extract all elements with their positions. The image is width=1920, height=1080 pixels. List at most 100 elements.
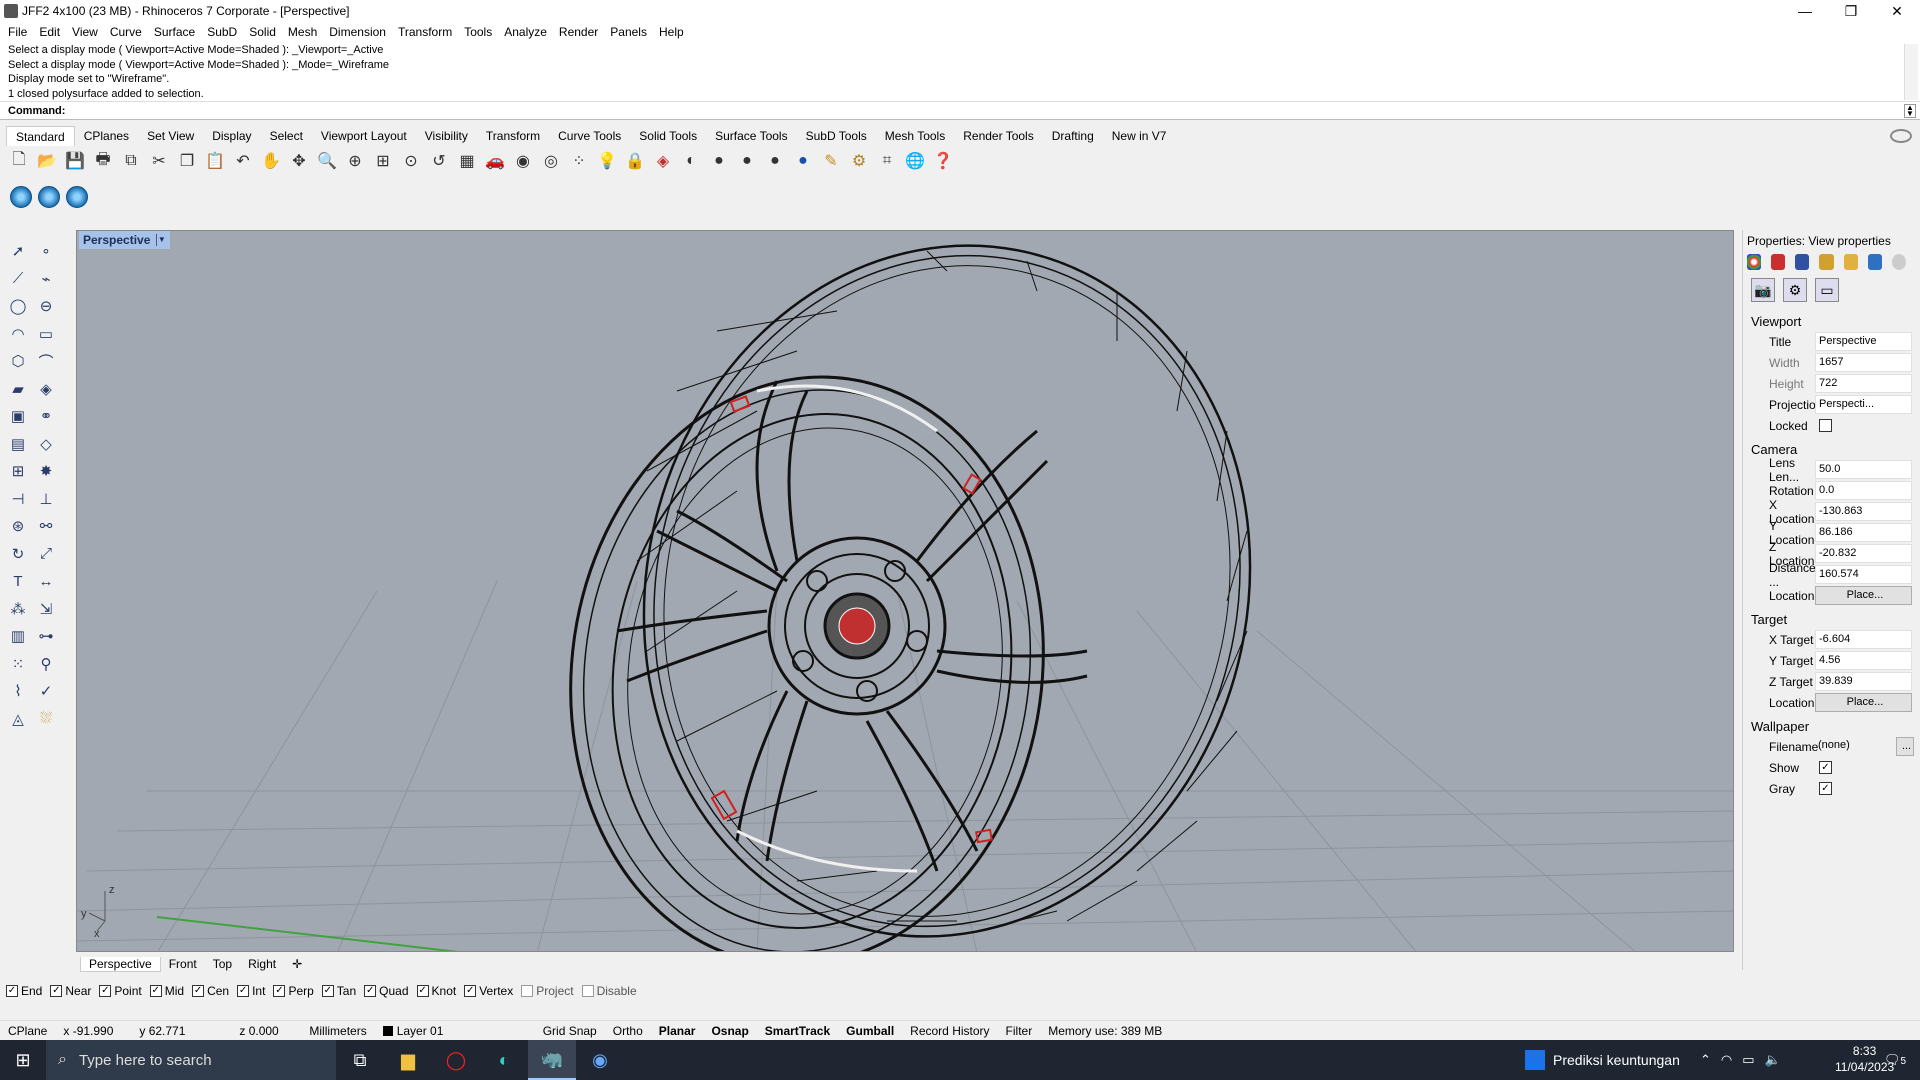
camera-icon[interactable]: 📷 (1751, 278, 1775, 302)
battery-icon[interactable]: ▭ (1742, 1052, 1754, 1068)
units-indicator[interactable]: Millimeters (301, 1021, 374, 1041)
task-view-icon[interactable]: ⧉ (336, 1040, 384, 1080)
pencil-icon[interactable]: ✎ (820, 150, 842, 172)
ortho-toggle[interactable]: Ortho (605, 1021, 651, 1041)
fillet-curve-icon[interactable]: ⌒ (34, 349, 58, 373)
osnap-int[interactable]: ✓ Int (237, 984, 265, 998)
eye-icon[interactable]: ◉ (512, 150, 534, 172)
menu-file[interactable]: File (2, 25, 33, 39)
chevron-down-icon[interactable]: ▼ (156, 234, 166, 246)
tab-visibility[interactable]: Visibility (416, 126, 477, 146)
box-icon[interactable]: ▣ (6, 404, 30, 428)
tab-set-view[interactable]: Set View (138, 126, 203, 146)
zoom-selected-icon[interactable]: ⊙ (400, 150, 422, 172)
undo-icon[interactable]: ↶ (232, 150, 254, 172)
render-settings-icon[interactable] (66, 186, 88, 208)
tab-drafting[interactable]: Drafting (1043, 126, 1103, 146)
help-icon[interactable]: ❓ (932, 150, 954, 172)
import-icon[interactable]: ⧉ (120, 150, 142, 172)
color-wheel-icon[interactable] (1747, 254, 1762, 270)
select-arrow-icon[interactable]: ➚ (6, 239, 30, 263)
lens-length-field[interactable]: 50.0 (1815, 460, 1912, 479)
copy-icon[interactable]: ❐ (176, 150, 198, 172)
viewport-title[interactable]: Perspective ▼ (79, 231, 171, 249)
new-file-icon[interactable]: 🗋 (8, 150, 30, 172)
news-widget[interactable]: Prediksi keuntungan (1525, 1040, 1680, 1080)
paint-icon[interactable]: ⛆ (34, 707, 58, 731)
sphere-blue-icon[interactable]: ● (792, 150, 814, 172)
tab-display[interactable]: Display (203, 126, 260, 146)
boolean-icon[interactable]: ⚭ (34, 404, 58, 428)
group-icon[interactable]: ⊛ (6, 514, 30, 538)
pencil-icon[interactable] (1819, 254, 1834, 270)
analyze-icon[interactable]: ⚲ (34, 652, 58, 676)
record-history-toggle[interactable]: Record History (902, 1021, 997, 1041)
curve-points-icon[interactable]: ⌁ (34, 267, 58, 291)
rotate-icon[interactable]: ↻ (6, 542, 30, 566)
add-viewport-icon[interactable]: ✛ (284, 957, 310, 971)
named-view-icon[interactable]: ⚙ (1783, 278, 1807, 302)
car-icon[interactable]: 🚗 (484, 150, 506, 172)
zoom-extents-icon[interactable]: ⊞ (372, 150, 394, 172)
command-line[interactable]: Command: ▲ ▼ (0, 102, 1920, 120)
checkbox-checked-icon[interactable]: ✓ (364, 985, 377, 997)
osnap-tan[interactable]: ✓ Tan (321, 984, 356, 998)
height-field[interactable]: 722 (1815, 374, 1912, 393)
rectangle-icon[interactable]: ▭ (34, 322, 58, 346)
menu-panels[interactable]: Panels (604, 25, 653, 39)
globe-icon[interactable]: 🌐 (904, 150, 926, 172)
tab-surface-tools[interactable]: Surface Tools (706, 126, 797, 146)
print-icon[interactable]: 🖶 (92, 150, 114, 172)
arc-icon[interactable]: ◠ (6, 322, 30, 346)
cplane-indicator[interactable]: CPlane (0, 1021, 55, 1041)
circle-icon[interactable]: ◯ (6, 294, 30, 318)
checkbox-checked-icon[interactable]: ✓ (6, 985, 18, 997)
y-location-field[interactable]: 86.186 (1815, 523, 1912, 542)
volume-icon[interactable]: 🔈 (1765, 1052, 1781, 1068)
checkbox-checked-icon[interactable]: ✓ (149, 985, 162, 997)
wifi-icon[interactable]: ◠ (1721, 1052, 1732, 1068)
projection-select[interactable]: Perspecti... (1815, 395, 1912, 414)
osnap-end[interactable]: ✓ End (6, 984, 42, 998)
join-icon[interactable]: ⚯ (34, 514, 58, 538)
four-view-icon[interactable]: ▦ (456, 150, 478, 172)
tab-mesh-tools[interactable]: Mesh Tools (876, 126, 954, 146)
filter-toggle[interactable]: Filter (998, 1021, 1041, 1041)
locked-checkbox[interactable] (1819, 419, 1832, 432)
zoom-window-icon[interactable]: ⊕ (344, 150, 366, 172)
target-icon[interactable]: ◎ (540, 150, 562, 172)
checkbox-checked-icon[interactable]: ✓ (192, 985, 205, 997)
text-icon[interactable]: T (6, 569, 30, 593)
taskbar-search[interactable]: ⌕ Type here to search (46, 1040, 336, 1080)
tab-front[interactable]: Front (161, 957, 205, 971)
rotation-field[interactable]: 0.0 (1815, 481, 1912, 500)
toolbar-settings-gear-icon[interactable] (1890, 129, 1912, 143)
render-sphere-icon[interactable]: ● (764, 150, 786, 172)
checkbox-checked-icon[interactable]: ✓ (321, 985, 334, 997)
opera-icon[interactable]: ◯ (432, 1040, 480, 1080)
points-icon[interactable]: ⁘ (568, 150, 590, 172)
y-target-field[interactable]: 4.56 (1815, 651, 1912, 670)
render-icon[interactable] (1795, 254, 1810, 270)
tab-curve-tools[interactable]: Curve Tools (549, 126, 630, 146)
checkbox-checked-icon[interactable]: ✓ (416, 985, 429, 997)
loft-icon[interactable]: ◈ (34, 377, 58, 401)
menu-render[interactable]: Render (553, 25, 604, 39)
material-sphere-icon[interactable]: ● (736, 150, 758, 172)
split-icon[interactable]: ⊥ (34, 487, 58, 511)
show-checkbox[interactable]: ✓ (1819, 761, 1832, 774)
tab-right[interactable]: Right (240, 957, 284, 971)
menu-mesh[interactable]: Mesh (282, 25, 323, 39)
layer-indicator[interactable]: Layer 01 (375, 1021, 535, 1041)
chrome-icon[interactable]: ◉ (576, 1040, 624, 1080)
checkbox-checked-icon[interactable]: ✓ (50, 985, 63, 997)
menu-subd[interactable]: SubD (201, 25, 243, 39)
edge-icon[interactable]: ◐ (480, 1040, 528, 1080)
width-field[interactable]: 1657 (1815, 353, 1912, 372)
mesh-icon[interactable]: ⊞ (6, 459, 30, 483)
checkbox-checked-icon[interactable]: ✓ (464, 985, 477, 997)
planar-toggle[interactable]: Planar (651, 1021, 704, 1041)
tab-subd-tools[interactable]: SubD Tools (797, 126, 876, 146)
ellipse-icon[interactable]: ⊖ (34, 294, 58, 318)
osnap-quad[interactable]: ✓ Quad (364, 984, 409, 998)
